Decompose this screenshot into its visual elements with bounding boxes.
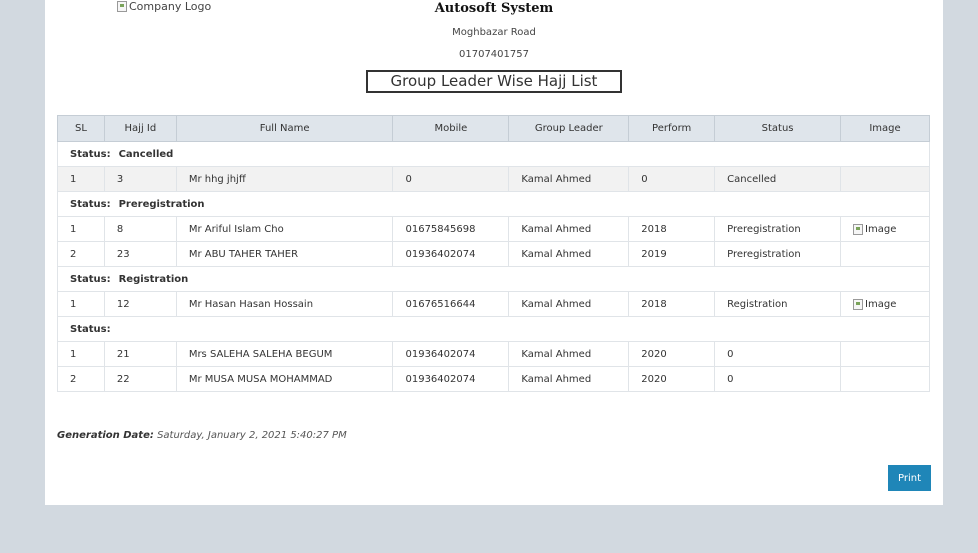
- cell-group-leader: Kamal Ahmed: [508, 291, 630, 317]
- cell-hajj-id: 22: [103, 366, 177, 392]
- cell-image: Image: [840, 291, 930, 317]
- cell-mobile: 01936402074: [392, 241, 510, 267]
- cell-full-name: Mr ABU TAHER TAHER: [175, 241, 394, 267]
- column-header: Image: [840, 115, 930, 142]
- status-group-value: Preregistration: [118, 198, 205, 210]
- cell-perform: 2018: [628, 216, 716, 242]
- status-group-row: Status: Cancelled: [57, 141, 930, 167]
- table-row: 1 8 Mr Ariful Islam Cho 01675845698 Kamal Ah…: [57, 216, 930, 242]
- status-group-row: Status: Preregistration: [57, 191, 930, 217]
- column-header: Group Leader: [508, 115, 630, 142]
- column-header: Mobile: [392, 115, 510, 142]
- cell-group-leader: Kamal Ahmed: [508, 241, 630, 267]
- cell-image: [840, 341, 930, 367]
- column-header: Perform: [628, 115, 716, 142]
- cell-status: Registration: [714, 291, 842, 317]
- table-header-row: SL Hajj Id Full Name Mobile Group Leader Perf…: [57, 115, 930, 142]
- row-image-alt: Image: [865, 223, 897, 235]
- company-name: Autosoft System: [434, 1, 554, 16]
- status-group-value: Registration: [118, 273, 189, 285]
- cell-hajj-id: 12: [103, 291, 177, 317]
- cell-full-name: Mrs SALEHA SALEHA BEGUM: [175, 341, 394, 367]
- broken-image-icon: [853, 298, 864, 310]
- report-title: Group Leader Wise Hajj List: [366, 70, 622, 93]
- status-group-value: Cancelled: [118, 148, 174, 160]
- table-row: 2 23 Mr ABU TAHER TAHER 01936402074 Kamal Ah…: [57, 241, 930, 267]
- cell-status: Cancelled: [714, 166, 842, 192]
- status-group-cell: Status: Preregistration: [57, 191, 930, 217]
- cell-image: Image: [840, 216, 930, 242]
- report-page: Company Logo Autosoft System Moghbazar R…: [45, 0, 943, 505]
- cell-full-name: Mr Hasan Hasan Hossain: [175, 291, 394, 317]
- column-header: SL: [57, 115, 105, 142]
- cell-image: [840, 241, 930, 267]
- table-body: Status: Cancelled 1 3 Mr hhg jhjff 0 Kamal Ahm…: [57, 141, 930, 392]
- cell-hajj-id: 8: [103, 216, 177, 242]
- cell-sl: 1: [57, 291, 105, 317]
- status-group-prefix: Status:: [70, 273, 111, 285]
- hajj-table: SL Hajj Id Full Name Mobile Group Leader Perf…: [57, 115, 930, 392]
- cell-group-leader: Kamal Ahmed: [508, 341, 630, 367]
- cell-image: [840, 166, 930, 192]
- cell-mobile: 0: [392, 166, 510, 192]
- company-phone: 01707401757: [459, 49, 529, 60]
- status-group-cell: Status:: [57, 316, 930, 342]
- row-image: Image: [853, 298, 929, 310]
- cell-hajj-id: 21: [103, 341, 177, 367]
- column-header: Full Name: [175, 115, 394, 142]
- print-button[interactable]: Print: [888, 465, 931, 491]
- table-row: 2 22 Mr MUSA MUSA MOHAMMAD 01936402074 Kamal…: [57, 366, 930, 392]
- broken-image-icon: [853, 223, 864, 235]
- column-header: Status: [714, 115, 842, 142]
- cell-sl: 1: [57, 341, 105, 367]
- status-group-prefix: Status:: [70, 323, 111, 335]
- cell-sl: 1: [57, 166, 105, 192]
- cell-perform: 2019: [628, 241, 716, 267]
- cell-status: 0: [714, 366, 842, 392]
- status-group-cell: Status: Cancelled: [57, 141, 930, 167]
- status-group-prefix: Status:: [70, 148, 111, 160]
- cell-status: 0: [714, 341, 842, 367]
- cell-image: [840, 366, 930, 392]
- cell-perform: 2020: [628, 366, 716, 392]
- column-header: Hajj Id: [103, 115, 177, 142]
- cell-status: Preregistration: [714, 216, 842, 242]
- cell-mobile: 01936402074: [392, 366, 510, 392]
- cell-hajj-id: 3: [103, 166, 177, 192]
- cell-full-name: Mr MUSA MUSA MOHAMMAD: [175, 366, 394, 392]
- status-group-row: Status:: [57, 316, 930, 342]
- cell-group-leader: Kamal Ahmed: [508, 366, 630, 392]
- row-image-alt: Image: [865, 298, 897, 310]
- company-address: Moghbazar Road: [452, 27, 536, 38]
- cell-sl: 2: [57, 241, 105, 267]
- cell-perform: 2018: [628, 291, 716, 317]
- table-row: 1 12 Mr Hasan Hasan Hossain 01676516644 Kama…: [57, 291, 930, 317]
- cell-perform: 0: [628, 166, 716, 192]
- cell-mobile: 01936402074: [392, 341, 510, 367]
- table-row: 1 21 Mrs SALEHA SALEHA BEGUM 01936402074 Kam…: [57, 341, 930, 367]
- generation-date-value: Saturday, January 2, 2021 5:40:27 PM: [157, 430, 347, 441]
- cell-sl: 2: [57, 366, 105, 392]
- cell-hajj-id: 23: [103, 241, 177, 267]
- cell-full-name: Mr Ariful Islam Cho: [175, 216, 394, 242]
- cell-group-leader: Kamal Ahmed: [508, 166, 630, 192]
- cell-sl: 1: [57, 216, 105, 242]
- cell-full-name: Mr hhg jhjff: [175, 166, 394, 192]
- cell-mobile: 01676516644: [392, 291, 510, 317]
- generation-date: Generation Date: Saturday, January 2, 20…: [57, 430, 347, 441]
- status-group-cell: Status: Registration: [57, 266, 930, 292]
- status-group-prefix: Status:: [70, 198, 111, 210]
- table-row: 1 3 Mr hhg jhjff 0 Kamal Ahmed 0 Cancelled: [57, 166, 930, 192]
- generation-date-label: Generation Date:: [57, 430, 154, 441]
- cell-status: Preregistration: [714, 241, 842, 267]
- cell-mobile: 01675845698: [392, 216, 510, 242]
- cell-group-leader: Kamal Ahmed: [508, 216, 630, 242]
- cell-perform: 2020: [628, 341, 716, 367]
- row-image: Image: [853, 223, 929, 235]
- status-group-row: Status: Registration: [57, 266, 930, 292]
